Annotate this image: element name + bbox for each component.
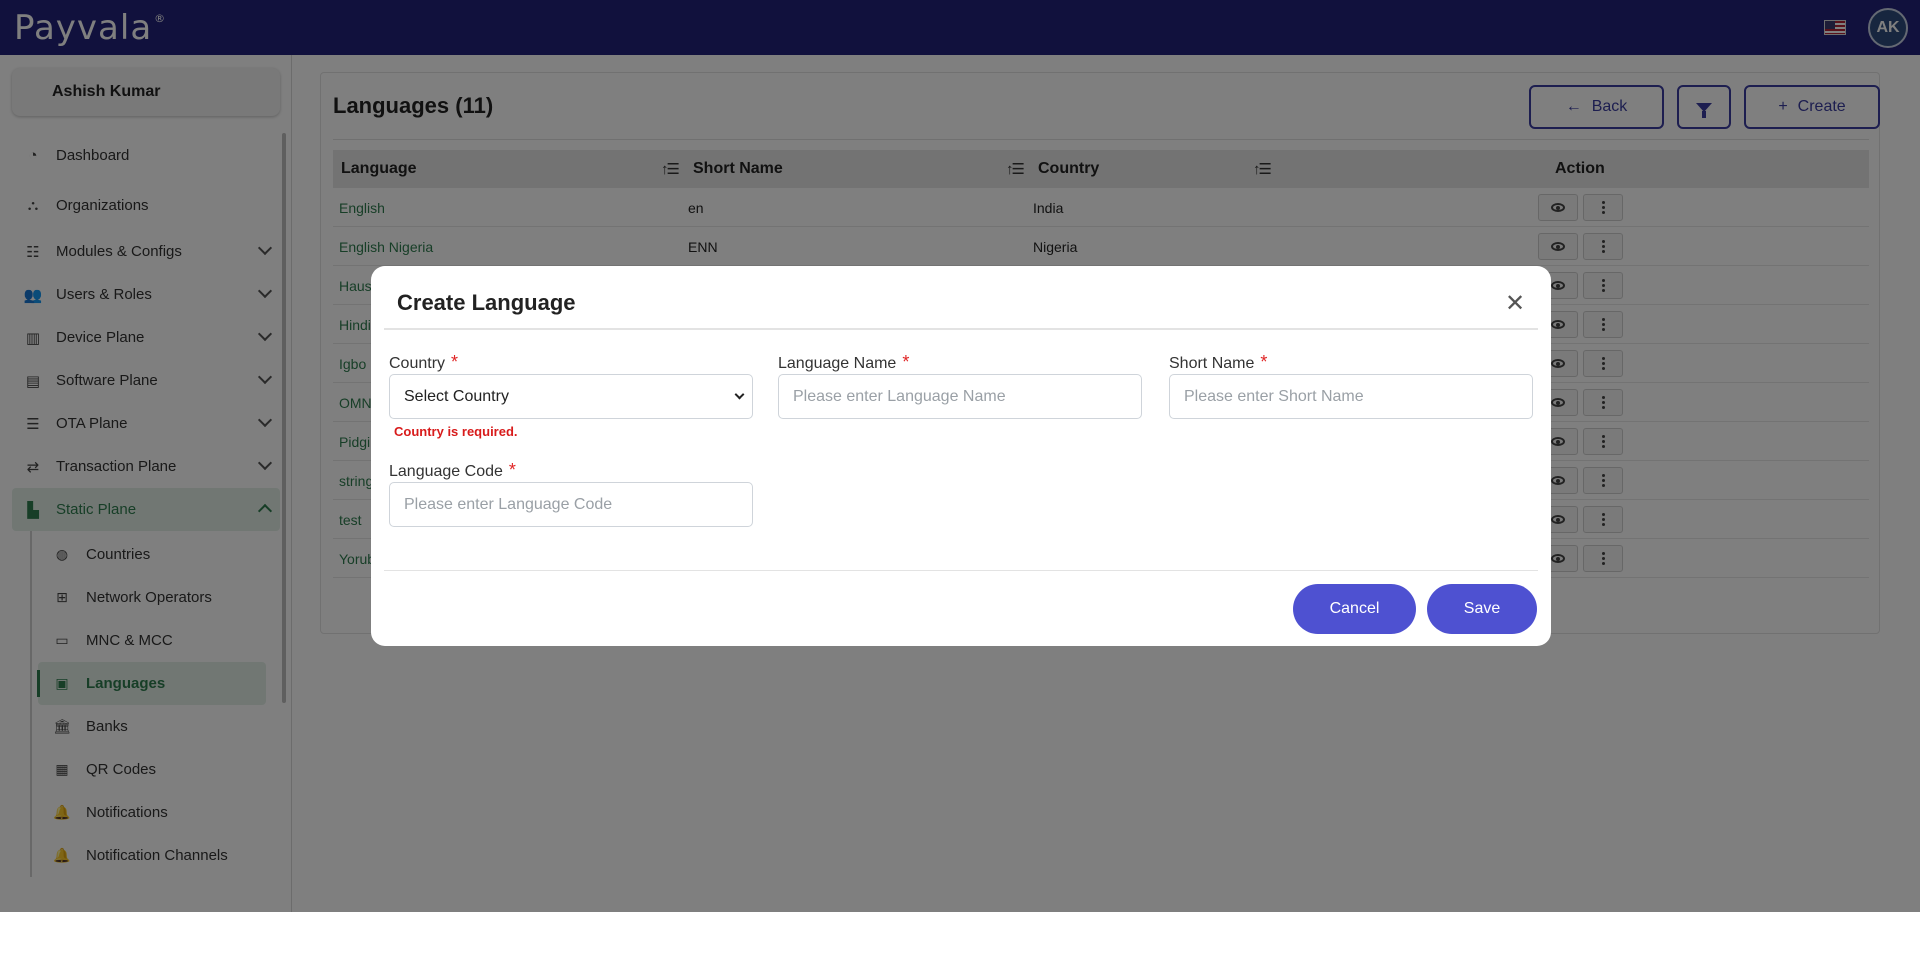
language-name-label-text: Language Name — [778, 355, 897, 372]
app-root: Payvala ® AK Ashish Kumar ◔ Dashboard ⛬ … — [0, 0, 1920, 966]
country-error-message: Country is required. — [394, 424, 518, 439]
country-label: Country * — [389, 352, 458, 373]
modal-header-divider — [384, 328, 1538, 330]
required-mark: * — [902, 352, 910, 372]
language-name-input[interactable]: Please enter Language Name — [778, 374, 1142, 419]
chevron-down-icon — [734, 389, 745, 400]
language-name-placeholder: Please enter Language Name — [793, 387, 1006, 405]
short-name-label: Short Name * — [1169, 352, 1267, 373]
modal-footer-divider — [384, 570, 1538, 571]
language-code-label: Language Code * — [389, 460, 516, 481]
short-name-input[interactable]: Please enter Short Name — [1169, 374, 1533, 419]
language-code-input[interactable]: Please enter Language Code — [389, 482, 753, 527]
country-select-value: Select Country — [404, 387, 509, 405]
save-button[interactable]: Save — [1427, 584, 1537, 634]
short-name-label-text: Short Name — [1169, 355, 1255, 372]
required-mark: * — [1260, 352, 1268, 372]
modal-title: Create Language — [397, 290, 576, 315]
cancel-button[interactable]: Cancel — [1293, 584, 1416, 634]
required-mark: * — [451, 352, 459, 372]
create-language-modal: Create Language ✕ Country * Select Countr… — [371, 266, 1551, 646]
short-name-placeholder: Please enter Short Name — [1184, 387, 1364, 405]
language-code-placeholder: Please enter Language Code — [404, 495, 613, 513]
required-mark: * — [508, 460, 516, 480]
close-icon[interactable]: ✕ — [1505, 292, 1525, 316]
language-code-label-text: Language Code — [389, 463, 503, 480]
language-name-label: Language Name * — [778, 352, 909, 373]
country-select[interactable]: Select Country — [389, 374, 753, 419]
country-label-text: Country — [389, 355, 446, 372]
